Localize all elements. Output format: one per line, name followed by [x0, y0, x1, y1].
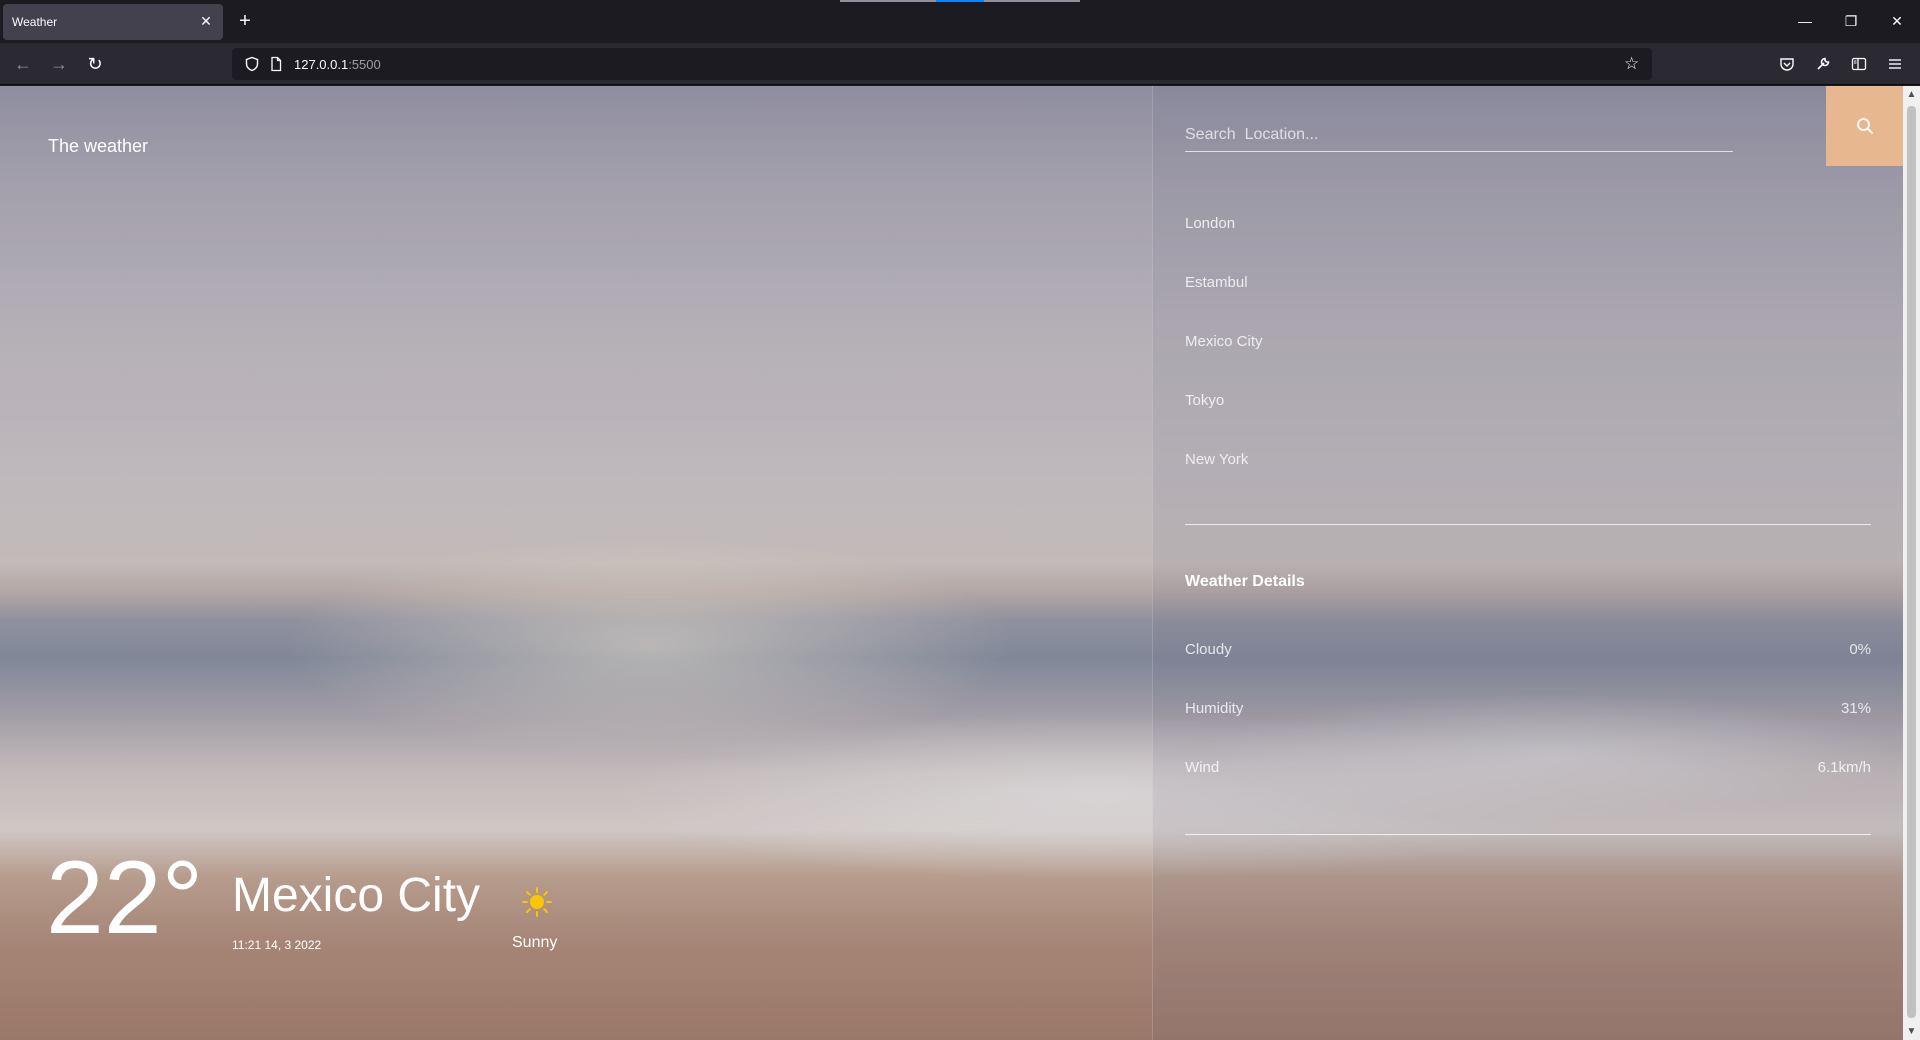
new-tab-button[interactable]: + [233, 9, 257, 33]
url-port: :5500 [348, 57, 381, 72]
scrollbar-thumb[interactable] [1907, 106, 1916, 1018]
weather-details-title: Weather Details [1185, 573, 1305, 590]
reload-icon[interactable]: ↻ [81, 50, 109, 78]
drag-indicator-accent [936, 0, 984, 2]
current-city: Mexico City [232, 869, 481, 922]
search-input[interactable] [1185, 122, 1733, 152]
tab-strip: Weather ✕ + — ❐ ✕ [0, 0, 1920, 43]
side-panel: London Estambul Mexico City Tokyo New Yo… [1152, 86, 1904, 1040]
close-window-button[interactable]: ✕ [1874, 6, 1920, 36]
detail-value: 0% [1849, 641, 1871, 658]
wrench-icon[interactable] [1810, 51, 1836, 77]
sun-icon [522, 887, 552, 917]
divider [1185, 834, 1871, 835]
location-item-london[interactable]: London [1185, 214, 1871, 273]
location-item-new-york[interactable]: New York [1185, 450, 1871, 509]
shield-icon[interactable] [244, 56, 260, 72]
address-bar[interactable]: 127.0.0.1:5500 ☆ [232, 48, 1652, 80]
forward-icon[interactable]: → [45, 50, 73, 78]
restore-button[interactable]: ❐ [1828, 6, 1874, 36]
app-brand: The weather [48, 136, 149, 156]
location-list: London Estambul Mexico City Tokyo New Yo… [1185, 214, 1871, 509]
back-icon[interactable]: ← [9, 50, 37, 78]
page-viewport: The weather 22° Mexico City 11:21 14, 3 … [0, 86, 1920, 1040]
detail-row-wind: Wind 6.1km/h [1185, 759, 1871, 818]
tab-weather[interactable]: Weather ✕ [3, 4, 223, 40]
divider [1185, 524, 1871, 525]
page-icon [271, 56, 282, 72]
location-item-estambul[interactable]: Estambul [1185, 273, 1871, 332]
bookmark-star-icon[interactable]: ☆ [1624, 55, 1642, 73]
close-tab-icon[interactable]: ✕ [197, 12, 215, 30]
current-datetime: 11:21 14, 3 2022 [232, 938, 322, 952]
sidebar-icon[interactable] [1846, 51, 1872, 77]
navigation-toolbar: ← → ↻ 127.0.0.1:5500 ☆ [0, 43, 1920, 85]
minimize-button[interactable]: — [1782, 6, 1828, 36]
condition-label: Sunny [512, 934, 558, 951]
location-item-mexico-city[interactable]: Mexico City [1185, 332, 1871, 391]
search-icon [1857, 118, 1873, 134]
search-button[interactable] [1826, 86, 1904, 166]
scroll-up-icon[interactable]: ▲ [1903, 86, 1920, 103]
detail-value: 6.1km/h [1817, 759, 1871, 776]
weather-details-list: Cloudy 0% Humidity 31% Wind 6.1km/h [1185, 641, 1871, 818]
tab-title: Weather [12, 15, 58, 29]
detail-label: Humidity [1185, 700, 1244, 717]
url-host: 127.0.0.1 [294, 57, 349, 72]
detail-row-cloudy: Cloudy 0% [1185, 641, 1871, 700]
detail-label: Cloudy [1185, 641, 1232, 658]
pocket-icon[interactable] [1774, 51, 1800, 77]
vertical-scrollbar[interactable]: ▲ ▼ [1903, 86, 1920, 1040]
detail-label: Wind [1185, 759, 1220, 776]
detail-row-humidity: Humidity 31% [1185, 700, 1871, 759]
scroll-down-icon[interactable]: ▼ [1903, 1023, 1920, 1040]
detail-value: 31% [1840, 700, 1871, 717]
location-item-tokyo[interactable]: Tokyo [1185, 391, 1871, 450]
current-temperature: 22° [46, 840, 204, 956]
menu-icon[interactable] [1882, 51, 1908, 77]
url-text: 127.0.0.1:5500 [294, 57, 381, 72]
